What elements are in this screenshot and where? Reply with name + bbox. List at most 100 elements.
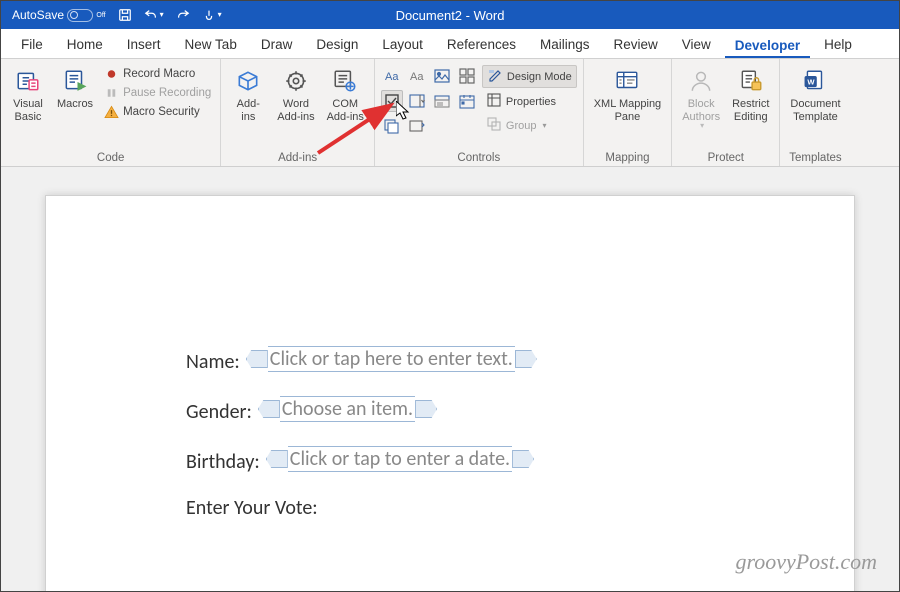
addins-label: Add- ins [237,98,260,123]
birthday-label: Birthday: [186,450,260,474]
properties-label: Properties [506,96,556,108]
ribbon-group-controls: Aa Aa Design Mode Properties [375,59,584,166]
visual-basic-button[interactable]: Visual Basic [7,63,49,148]
form-line-name: Name: Click or tap here to enter text. [186,346,714,374]
design-mode-label: Design Mode [507,71,572,83]
group-label-protect: Protect [678,148,773,164]
name-placeholder: Click or tap here to enter text. [268,346,515,372]
tab-home[interactable]: Home [57,32,113,58]
com-addins-label: COM Add-ins [327,98,364,123]
restrict-editing-button[interactable]: Restrict Editing [728,63,773,148]
design-mode-icon [487,67,503,86]
touch-mouse-mode-button[interactable]: ▾ [197,5,227,25]
group-label-mapping: Mapping [590,148,665,164]
redo-button[interactable] [171,5,195,25]
tab-layout[interactable]: Layout [372,32,433,58]
gender-label: Gender: [186,400,252,424]
tab-design[interactable]: Design [306,32,368,58]
cc-tag-left-icon [246,350,268,368]
datepicker-control-button[interactable] [456,90,478,112]
macros-label: Macros [57,98,93,111]
gender-placeholder: Choose an item. [280,396,415,422]
tab-developer[interactable]: Developer [725,33,810,59]
record-icon [104,66,119,81]
ribbon: Visual Basic Macros Record Macro Pause R… [1,59,899,167]
com-addins-button[interactable]: COM Add-ins [323,63,368,148]
picture-control-button[interactable] [431,65,453,87]
tab-references[interactable]: References [437,32,526,58]
addins-button[interactable]: Add- ins [227,63,269,148]
ribbon-group-addins: Add- ins Word Add-ins COM Add-ins Add-in… [221,59,375,166]
tab-draw[interactable]: Draw [251,32,303,58]
cc-tag-right-icon [515,350,537,368]
content-controls-grid: Aa Aa [381,63,478,148]
autosave-toggle[interactable]: AutoSave Off [7,5,111,25]
tab-help[interactable]: Help [814,32,862,58]
block-authors-label: Block Authors [682,98,720,123]
quick-access-toolbar: AutoSave Off ▾ ▾ [1,5,227,25]
macros-button[interactable]: Macros [53,63,97,148]
form-line-gender: Gender: Choose an item. [186,396,714,424]
document-template-label: Document Template [790,98,840,123]
birthday-content-control[interactable]: Click or tap to enter a date. [266,446,534,472]
save-button[interactable] [113,5,137,25]
gender-content-control[interactable]: Choose an item. [258,396,437,422]
autosave-switch-icon [67,9,93,22]
macro-security-button[interactable]: Macro Security [101,103,214,120]
pause-recording-button: Pause Recording [101,84,214,101]
word-addins-button[interactable]: Word Add-ins [273,63,318,148]
checkbox-control-button[interactable] [381,90,403,112]
document-area: Name: Click or tap here to enter text. G… [1,167,899,591]
word-addins-label: Word Add-ins [277,98,314,123]
birthday-placeholder: Click or tap to enter a date. [288,446,512,472]
ribbon-group-protect: Block Authors ▾ Restrict Editing Protect [672,59,780,166]
form-line-vote: Enter Your Vote: [186,496,714,520]
building-block-control-button[interactable] [456,65,478,87]
autosave-state: Off [96,12,105,19]
cc-tag-right-icon [512,450,534,468]
dropdown-control-button[interactable] [431,90,453,112]
title-bar: AutoSave Off ▾ ▾ Document2 - Word [1,1,899,29]
name-content-control[interactable]: Click or tap here to enter text. [246,346,537,372]
group-label-code: Code [7,148,214,164]
plain-text-control-button[interactable]: Aa [406,65,428,87]
group-cmd-label: Group [506,120,537,132]
tab-insert[interactable]: Insert [117,32,171,58]
record-macro-button[interactable]: Record Macro [101,65,214,82]
group-button[interactable]: Group ▾ [482,115,577,136]
design-mode-button[interactable]: Design Mode [482,65,577,88]
name-label: Name: [186,350,240,374]
document-page[interactable]: Name: Click or tap here to enter text. G… [45,195,855,591]
macro-security-label: Macro Security [123,106,200,118]
undo-button[interactable]: ▾ [139,5,169,25]
tab-file[interactable]: File [11,32,53,58]
ribbon-group-templates: W Document Template Templates [780,59,850,166]
properties-button[interactable]: Properties [482,91,577,112]
svg-text:W: W [808,77,816,86]
visual-basic-label: Visual Basic [13,98,43,123]
pause-recording-label: Pause Recording [123,87,211,99]
group-label-controls: Controls [381,148,577,164]
group-icon [486,116,502,135]
record-macro-label: Record Macro [123,68,195,80]
tab-review[interactable]: Review [604,32,668,58]
legacy-tools-button[interactable] [406,115,428,137]
group-label-addins: Add-ins [227,148,368,164]
cc-tag-left-icon [258,400,280,418]
combobox-control-button[interactable] [406,90,428,112]
ribbon-group-code: Visual Basic Macros Record Macro Pause R… [1,59,221,166]
group-label-templates: Templates [786,148,844,164]
tab-view[interactable]: View [672,32,721,58]
tab-mailings[interactable]: Mailings [530,32,600,58]
rich-text-control-button[interactable]: Aa [381,65,403,87]
tab-newtab[interactable]: New Tab [175,32,247,58]
repeating-section-control-button[interactable] [381,115,403,137]
block-authors-button: Block Authors ▾ [678,63,724,148]
document-template-button[interactable]: W Document Template [786,63,844,148]
xml-mapping-button[interactable]: XML Mapping Pane [590,63,665,148]
cc-tag-right-icon [415,400,437,418]
cc-tag-left-icon [266,450,288,468]
form-line-birthday: Birthday: Click or tap to enter a date. [186,446,714,474]
svg-text:Aa: Aa [410,71,424,83]
vote-label: Enter Your Vote: [186,496,318,520]
